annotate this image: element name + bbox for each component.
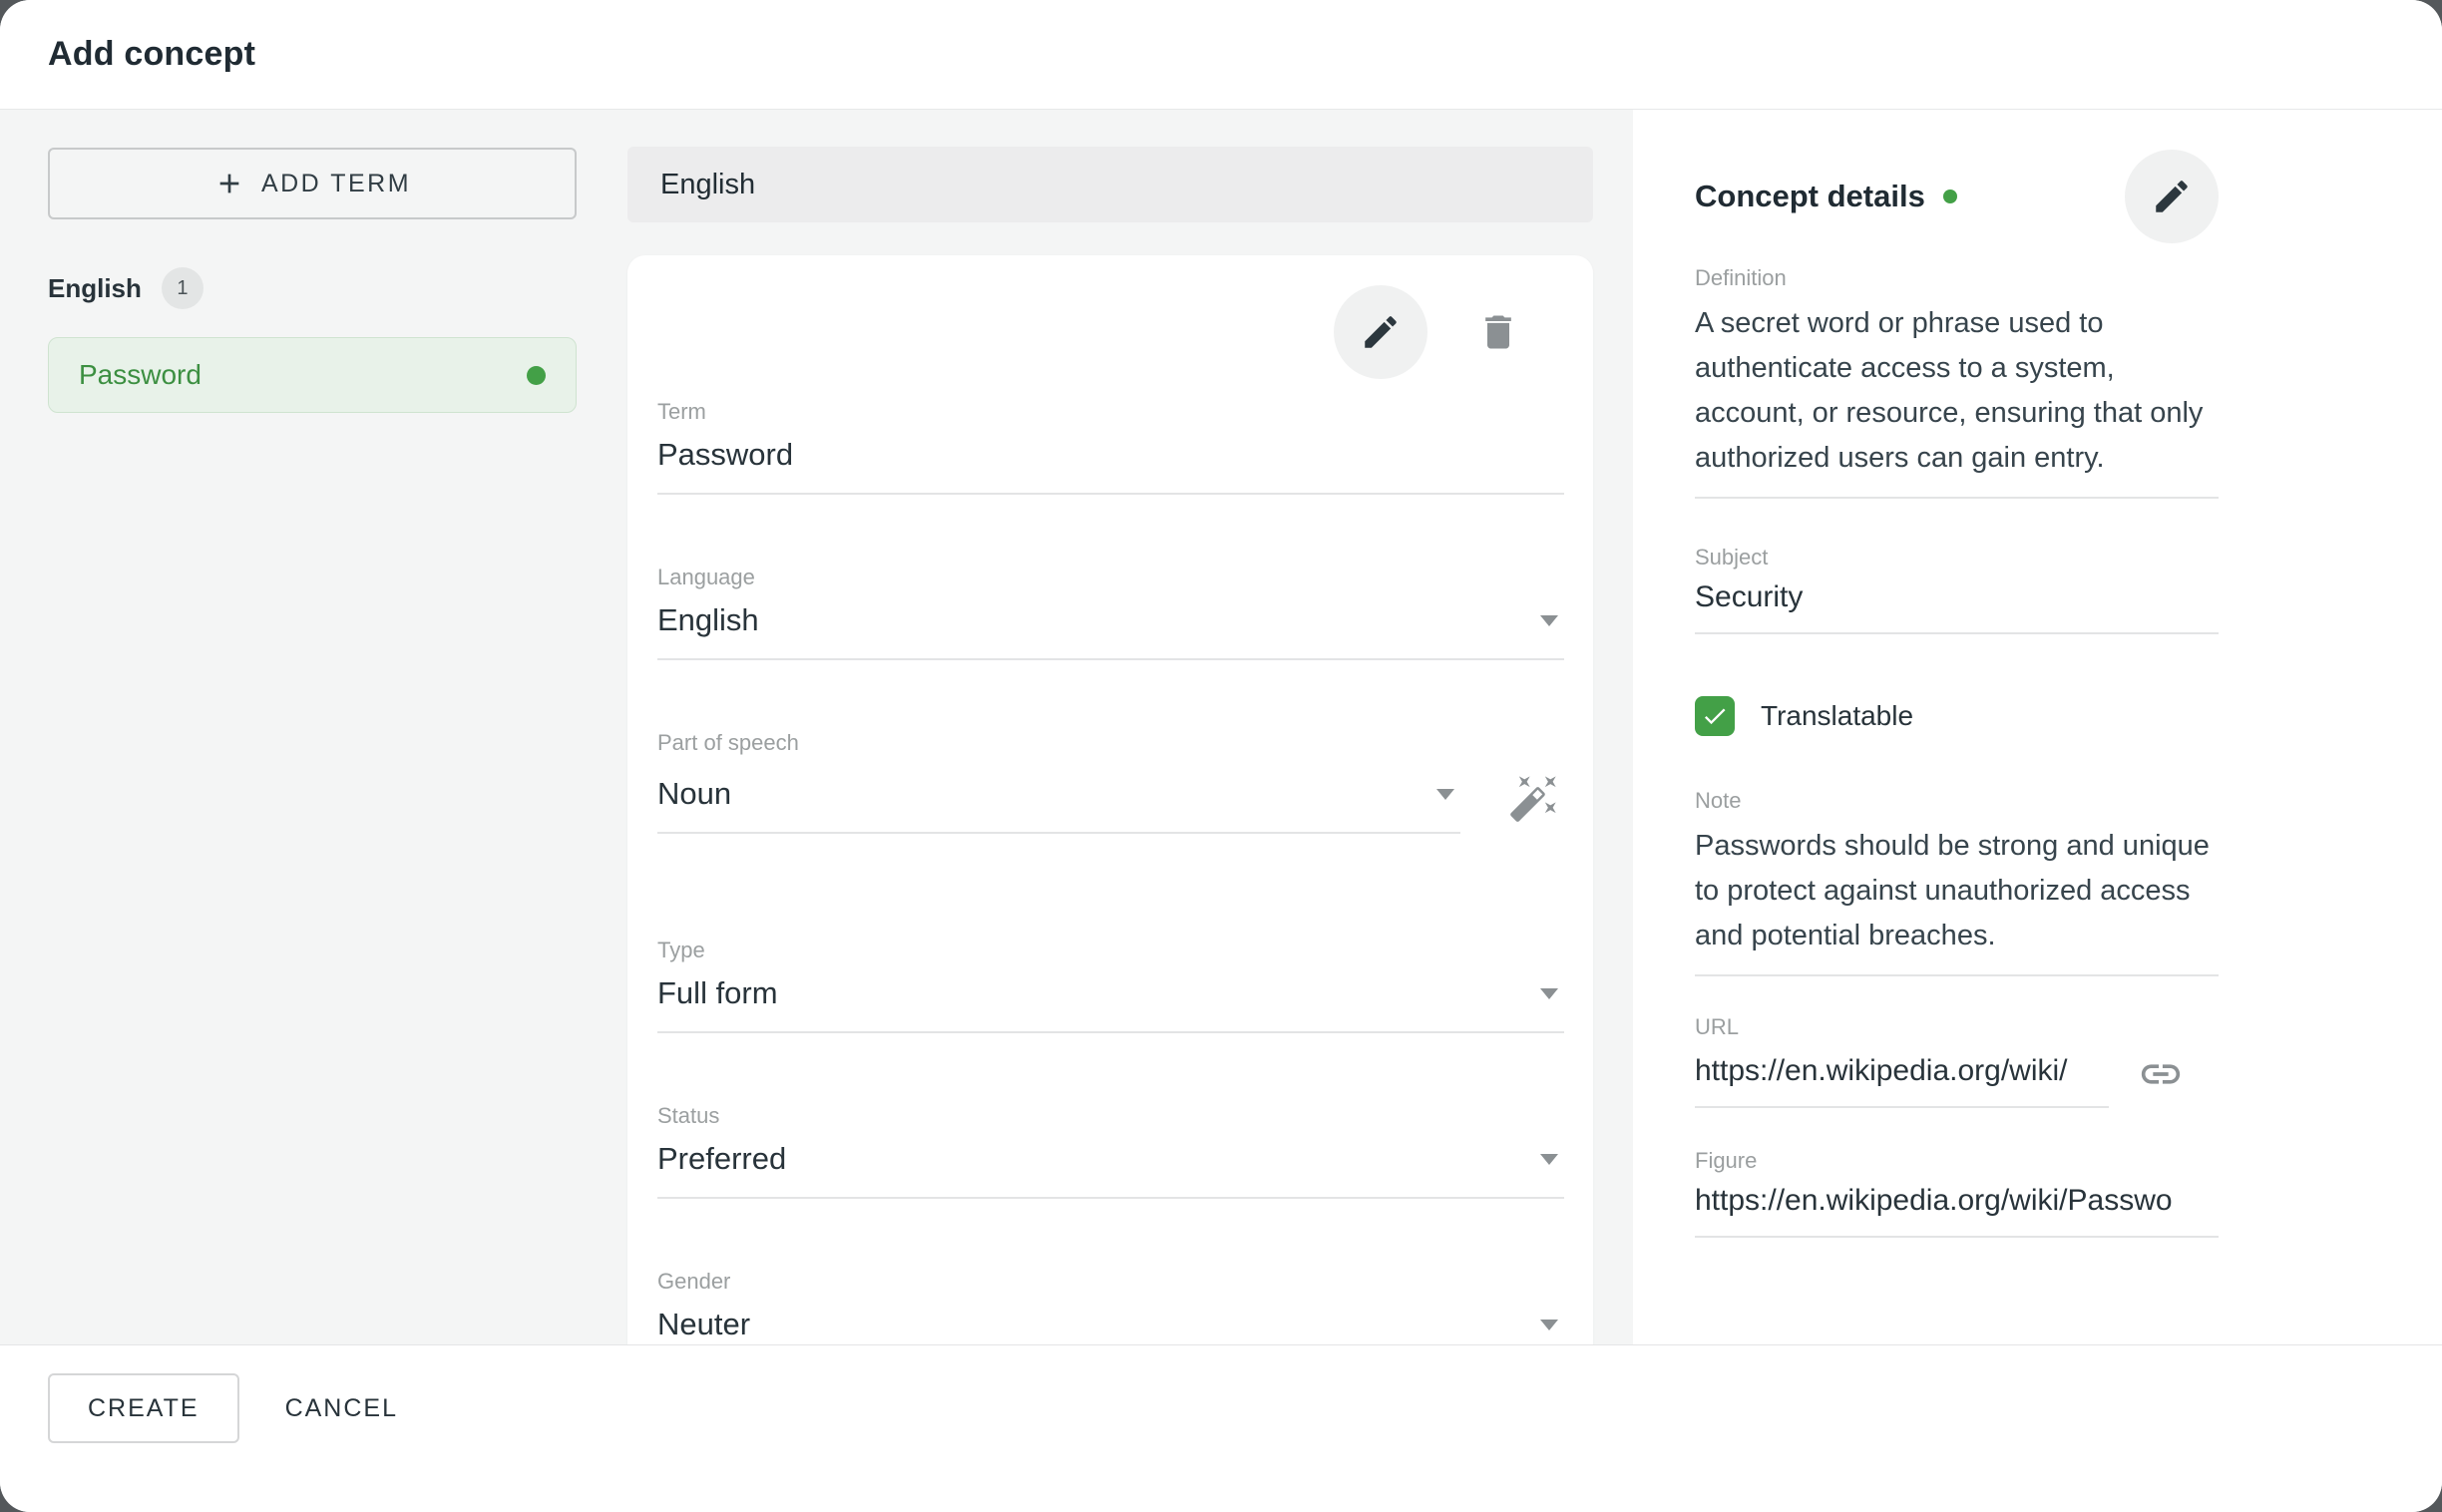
pencil-icon: [1360, 311, 1402, 353]
page-title: Add concept: [48, 35, 255, 74]
language-group-name: English: [48, 273, 142, 304]
language-group-header: English 1: [48, 267, 577, 309]
open-link-button[interactable]: [2137, 1050, 2185, 1098]
term-card-actions: [657, 285, 1564, 379]
definition-text[interactable]: A secret word or phrase used to authenti…: [1695, 301, 2219, 499]
term-list-panel: ADD TERM English 1 Password: [0, 110, 627, 1344]
status-field-label: Status: [657, 1103, 1564, 1129]
note-field: Note Passwords should be strong and uniq…: [1695, 788, 2219, 976]
term-field-label: Term: [657, 399, 1564, 425]
edit-concept-button[interactable]: [2125, 150, 2219, 243]
auto-detect-pos-button[interactable]: [1504, 768, 1564, 828]
note-field-label: Note: [1695, 788, 2219, 814]
translatable-checkbox[interactable]: [1695, 696, 1735, 736]
language-field-label: Language: [657, 565, 1564, 590]
type-field: Type Full form: [657, 938, 1564, 1033]
cancel-button[interactable]: CANCEL: [249, 1373, 434, 1443]
term-input[interactable]: Password: [657, 437, 1564, 495]
gender-field-label: Gender: [657, 1269, 1564, 1295]
concept-details-header: Concept details: [1695, 150, 2219, 243]
magic-wand-icon: [1508, 772, 1560, 824]
part-of-speech-field: Part of speech Noun: [657, 730, 1564, 834]
create-button[interactable]: CREATE: [48, 1373, 239, 1443]
translatable-checkbox-row[interactable]: Translatable: [1695, 696, 2219, 736]
subject-field: Subject Security: [1695, 545, 2219, 634]
term-status-dot: [527, 366, 546, 385]
dialog-body: ADD TERM English 1 Password English: [0, 110, 2442, 1344]
note-text[interactable]: Passwords should be strong and unique to…: [1695, 824, 2219, 976]
chevron-down-icon: [1540, 988, 1558, 999]
term-form-card: Term Password Language English Part: [627, 255, 1593, 1344]
figure-input-value[interactable]: https://en.wikipedia.org/wiki/Passwo: [1695, 1184, 2219, 1238]
concept-details-title: Concept details: [1695, 179, 1925, 214]
pencil-icon: [2151, 176, 2193, 217]
subject-input-value[interactable]: Security: [1695, 580, 2219, 634]
status-select[interactable]: Preferred: [657, 1141, 1564, 1199]
term-fields: Term Password Language English Part: [657, 399, 1564, 1344]
status-field: Status Preferred: [657, 1103, 1564, 1199]
plus-icon: [213, 168, 245, 199]
type-select-value: Full form: [657, 975, 778, 1011]
term-input-value: Password: [657, 437, 793, 473]
gender-select[interactable]: Neuter: [657, 1307, 1564, 1344]
definition-field-label: Definition: [1695, 265, 2219, 291]
add-term-button[interactable]: ADD TERM: [48, 148, 577, 219]
dialog-footer: CREATE CANCEL: [0, 1344, 2442, 1512]
term-list-item-password[interactable]: Password: [48, 337, 577, 413]
type-field-label: Type: [657, 938, 1564, 963]
term-field: Term Password: [657, 399, 1564, 495]
check-icon: [1701, 702, 1729, 730]
chevron-down-icon: [1540, 1320, 1558, 1330]
concept-status-dot: [1943, 189, 1957, 203]
chevron-down-icon: [1436, 789, 1454, 800]
delete-term-button[interactable]: [1451, 285, 1545, 379]
definition-field: Definition A secret word or phrase used …: [1695, 265, 2219, 499]
trash-icon: [1476, 310, 1520, 354]
part-of-speech-select[interactable]: Noun: [657, 776, 1460, 834]
figure-field-label: Figure: [1695, 1148, 2219, 1174]
chevron-down-icon: [1540, 1154, 1558, 1165]
part-of-speech-select-value: Noun: [657, 776, 731, 812]
language-select[interactable]: English: [657, 602, 1564, 660]
translatable-label: Translatable: [1761, 700, 1913, 732]
term-form-panel: English Term Password: [627, 110, 1633, 1344]
gender-field: Gender Neuter: [657, 1269, 1564, 1344]
language-field: Language English: [657, 565, 1564, 660]
term-list-item-label: Password: [79, 359, 202, 391]
gender-select-value: Neuter: [657, 1307, 750, 1342]
concept-details-panel: Concept details Definition A secret word…: [1633, 110, 2442, 1344]
part-of-speech-field-label: Part of speech: [657, 730, 1564, 756]
edit-term-button[interactable]: [1334, 285, 1427, 379]
link-icon: [2138, 1051, 2184, 1097]
part-of-speech-row: Noun: [657, 768, 1564, 834]
url-field-label: URL: [1695, 1014, 2219, 1040]
term-language-header: English: [627, 147, 1593, 222]
url-input-value[interactable]: https://en.wikipedia.org/wiki/: [1695, 1054, 2109, 1108]
status-select-value: Preferred: [657, 1141, 786, 1177]
add-term-button-label: ADD TERM: [261, 170, 411, 198]
subject-field-label: Subject: [1695, 545, 2219, 570]
dialog-header: Add concept: [0, 0, 2442, 110]
add-concept-dialog: Add concept ADD TERM English 1 Password …: [0, 0, 2442, 1512]
chevron-down-icon: [1540, 615, 1558, 626]
language-select-value: English: [657, 602, 759, 638]
url-field: URL https://en.wikipedia.org/wiki/: [1695, 1014, 2219, 1108]
language-term-count-badge: 1: [162, 267, 204, 309]
figure-field: Figure https://en.wikipedia.org/wiki/Pas…: [1695, 1148, 2219, 1238]
type-select[interactable]: Full form: [657, 975, 1564, 1033]
term-language-header-label: English: [660, 169, 755, 201]
